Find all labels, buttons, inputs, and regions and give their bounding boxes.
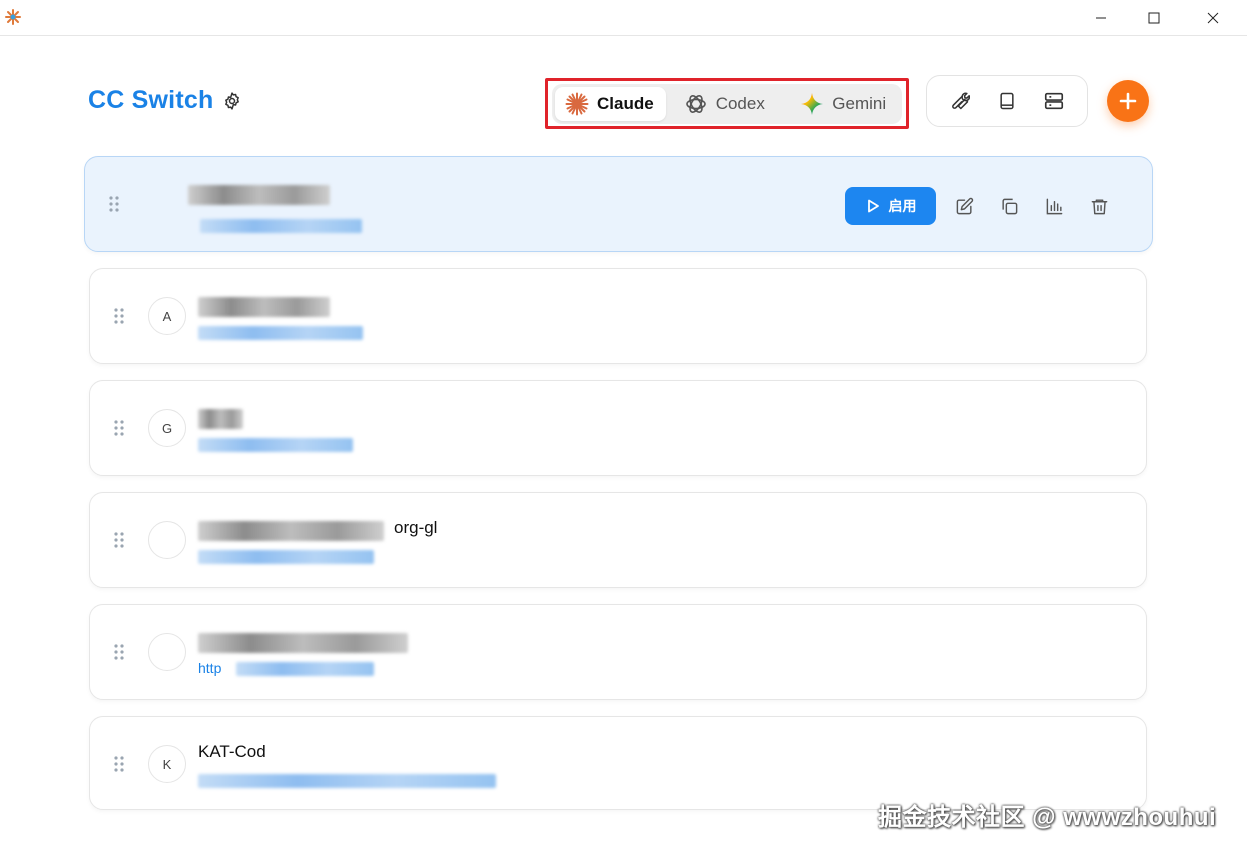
tab-gemini-label: Gemini — [832, 94, 887, 113]
tab-gemini[interactable]: Gemini — [790, 87, 899, 121]
provider-url-redacted — [198, 550, 374, 564]
delete-icon — [1091, 198, 1108, 214]
tools-button[interactable] — [945, 86, 975, 116]
provider-card[interactable]: G — [89, 380, 1147, 476]
tab-codex-label: Codex — [715, 94, 765, 113]
gemini-sparkle-icon — [801, 93, 824, 115]
provider-name-redacted — [198, 521, 384, 541]
provider-avatar: A — [148, 297, 186, 335]
docs-button[interactable] — [992, 86, 1022, 116]
drag-handle-icon[interactable] — [112, 643, 126, 661]
provider-name-visible: KAT-Cod — [198, 742, 266, 761]
plus-icon — [1119, 92, 1137, 110]
provider-url-redacted — [198, 326, 363, 340]
provider-avatar: K — [148, 745, 186, 783]
provider-name-redacted — [188, 185, 330, 205]
provider-url-visible[interactable]: http — [198, 660, 221, 676]
provider-card[interactable]: 启用 — [84, 156, 1153, 252]
drag-handle-icon[interactable] — [112, 419, 126, 437]
provider-name-visible: org-gl — [394, 518, 438, 537]
provider-name-redacted — [198, 297, 330, 317]
app-type-tabs: Claude Codex Gemini — [552, 84, 902, 124]
watermark: 掘金技术社区 @ wwwzhouhui — [878, 804, 1217, 831]
tab-codex[interactable]: Codex — [674, 87, 791, 121]
tab-claude[interactable]: Claude — [555, 87, 666, 121]
openai-knot-icon — [685, 95, 706, 113]
enable-label: 启用 — [888, 198, 917, 214]
edit-button[interactable] — [948, 190, 981, 223]
provider-card[interactable]: A — [89, 268, 1147, 364]
drag-handle-icon[interactable] — [112, 531, 126, 549]
tab-claude-label: Claude — [597, 94, 654, 113]
toolbar — [926, 75, 1088, 127]
provider-url-redacted — [200, 219, 362, 233]
usage-button[interactable] — [1038, 190, 1071, 223]
drag-handle-icon[interactable] — [107, 195, 121, 213]
provider-avatar — [148, 521, 186, 559]
provider-url-redacted — [236, 662, 374, 676]
close-button[interactable] — [1190, 0, 1236, 36]
maximize-button[interactable] — [1131, 0, 1177, 36]
wrench-icon — [952, 92, 971, 110]
server-icon — [1044, 92, 1063, 110]
provider-avatar — [148, 633, 186, 671]
provider-url-redacted — [198, 774, 496, 788]
app-logo-icon — [5, 9, 21, 25]
app-title: CC Switch — [88, 86, 214, 114]
provider-name-redacted — [198, 409, 243, 429]
edit-icon — [956, 197, 974, 214]
minimize-button[interactable] — [1078, 0, 1124, 36]
provider-actions: 启用 — [845, 187, 1116, 225]
duplicate-button[interactable] — [993, 190, 1026, 223]
gear-icon — [225, 92, 239, 110]
play-icon — [867, 199, 879, 213]
drag-handle-icon[interactable] — [112, 307, 126, 325]
provider-card[interactable]: K KAT-Cod — [89, 716, 1147, 810]
enable-button[interactable]: 启用 — [845, 187, 936, 225]
window-titlebar — [0, 0, 1247, 36]
duplicate-icon — [1002, 198, 1018, 214]
delete-button[interactable] — [1083, 190, 1116, 223]
provider-url-redacted — [198, 438, 353, 452]
book-icon — [1000, 92, 1014, 110]
mcp-button[interactable] — [1039, 86, 1069, 116]
provider-name-redacted — [198, 633, 408, 653]
usage-chart-icon — [1046, 198, 1063, 214]
drag-handle-icon[interactable] — [112, 755, 126, 773]
provider-card[interactable]: org-gl — [89, 492, 1147, 588]
settings-button[interactable] — [220, 89, 244, 113]
add-provider-button[interactable] — [1107, 80, 1149, 122]
provider-avatar: G — [148, 409, 186, 447]
provider-card[interactable]: http — [89, 604, 1147, 700]
claude-starburst-icon — [565, 92, 589, 116]
